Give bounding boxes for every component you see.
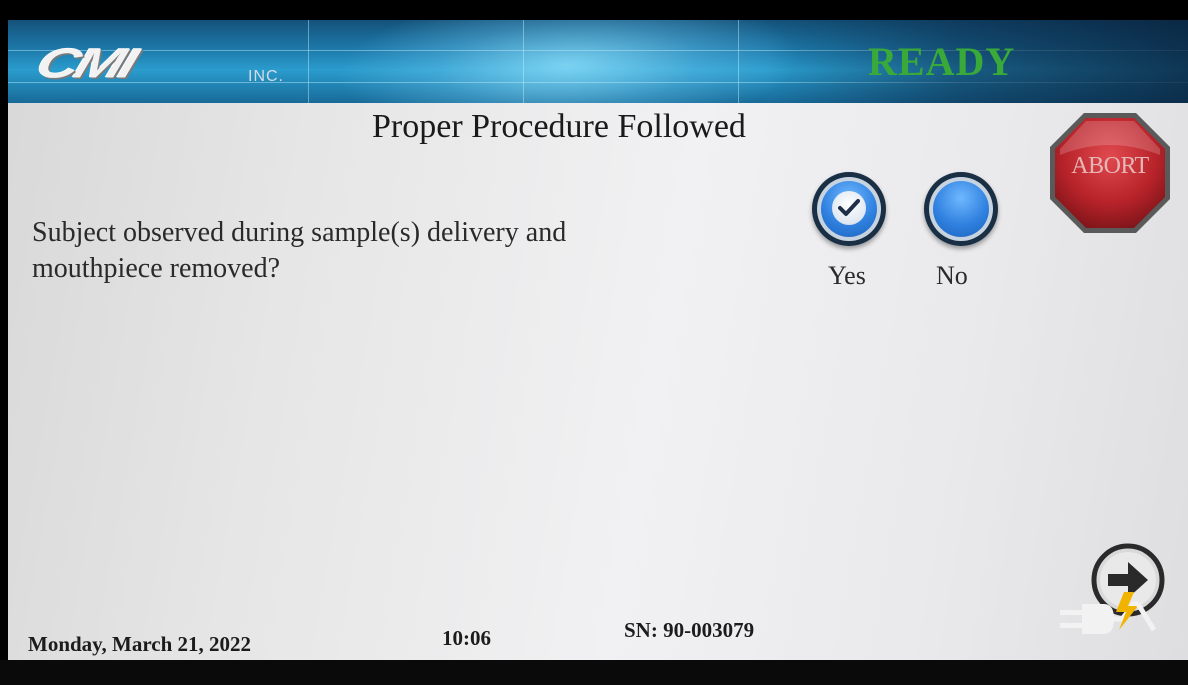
header-bar: CMI INC. READY <box>8 20 1188 103</box>
logo-text: CMI <box>30 40 141 88</box>
no-label: No <box>936 261 968 290</box>
device-bezel-top <box>0 0 1188 20</box>
question-line-1: Subject observed during sample(s) delive… <box>32 217 567 248</box>
company-logo: CMI INC. <box>31 36 318 92</box>
abort-label: ABORT <box>1071 153 1149 179</box>
logo-inc-text: INC. <box>248 68 284 85</box>
device-bezel-bottom <box>0 660 1188 685</box>
device-screen: CMI INC. READY Proper Procedure Followed… <box>8 20 1188 660</box>
status-footer: Monday, March 21, 2022 10:06 SN: 90-0030… <box>8 618 1188 660</box>
status-indicator: READY <box>868 39 1016 84</box>
footer-date: Monday, March 21, 2022 <box>28 632 252 656</box>
footer-time: 10:06 <box>442 626 491 650</box>
footer-serial-number: SN: 90-003079 <box>624 618 755 642</box>
abort-button[interactable]: ABORT <box>1046 109 1174 237</box>
no-radio-button[interactable] <box>924 172 998 246</box>
yes-label: Yes <box>828 261 866 290</box>
checkmark-icon <box>832 191 866 225</box>
page-title: Proper Procedure Followed <box>372 108 746 145</box>
yes-radio-button[interactable] <box>812 172 886 246</box>
question-text: Subject observed during sample(s) delive… <box>32 215 792 287</box>
question-line-2: mouthpiece removed? <box>32 253 281 284</box>
